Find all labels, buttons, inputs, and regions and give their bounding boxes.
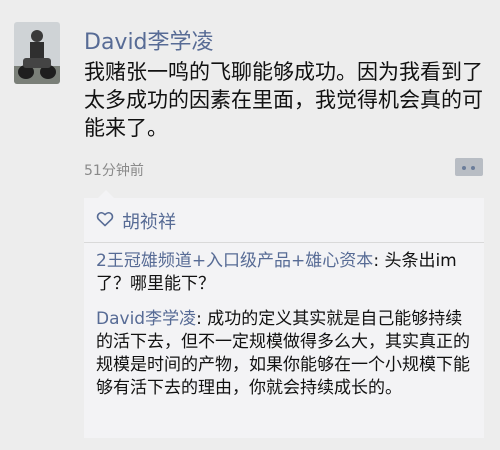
post-author[interactable]: David李学凌 bbox=[84, 24, 214, 56]
avatar[interactable] bbox=[14, 22, 60, 84]
liker-name[interactable]: 胡祯祥 bbox=[122, 208, 176, 234]
comment-item[interactable]: 2王冠雄频道+入口级产品+雄心资本: 头条出im了？哪里能下？ bbox=[96, 250, 476, 296]
comment-separator: : bbox=[373, 251, 385, 271]
comment-author[interactable]: 2王冠雄频道+入口级产品+雄心资本 bbox=[96, 251, 373, 271]
comment-menu-button[interactable] bbox=[455, 158, 483, 176]
post-text: 我赌张一鸣的飞聊能够成功。因为我看到了太多成功的因素在里面，我觉得机会真的可能来… bbox=[84, 60, 483, 140]
post-time: 51分钟前 bbox=[84, 163, 144, 179]
comment-separator: : bbox=[196, 309, 208, 329]
dot-icon bbox=[471, 166, 475, 170]
comment-author[interactable]: David李学凌 bbox=[96, 309, 196, 329]
panel-pointer bbox=[98, 190, 114, 198]
divider bbox=[84, 242, 484, 243]
heart-outline-icon bbox=[96, 211, 114, 231]
dot-icon bbox=[462, 166, 466, 170]
likes-row: 胡祯祥 bbox=[96, 208, 176, 234]
likes-comments-panel: 胡祯祥 2王冠雄频道+入口级产品+雄心资本: 头条出im了？哪里能下？ Davi… bbox=[84, 190, 484, 438]
comment-item[interactable]: David李学凌: 成功的定义其实就是自己能够持续的活下去，但不一定规模做得多么… bbox=[96, 308, 476, 400]
